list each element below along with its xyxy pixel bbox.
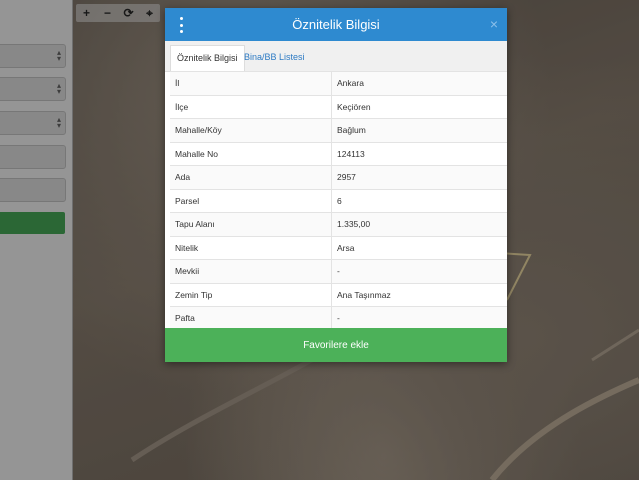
table-row: Nitelik Arsa xyxy=(170,235,507,260)
row-label: Mahalle No xyxy=(170,141,332,166)
row-value: Ana Taşınmaz xyxy=(331,282,507,307)
row-label: Ada xyxy=(170,165,332,189)
attribute-table: İl Ankara İlçe Keçiören Mahalle/Köy Bağlum … xyxy=(170,71,507,330)
row-label: Zemin Tip xyxy=(170,282,332,307)
row-value: - xyxy=(331,259,507,283)
row-value: - xyxy=(331,306,507,330)
add-to-favorites-button[interactable]: Favorilere ekle xyxy=(165,328,507,362)
table-row: İl Ankara xyxy=(170,71,507,95)
row-label: İlçe xyxy=(170,94,332,119)
table-row: Tapu Alanı 1.335,00 xyxy=(170,212,507,236)
row-label: İl xyxy=(170,71,332,95)
row-value: Keçiören xyxy=(331,94,507,119)
tab-building-list[interactable]: Bina/BB Listesi xyxy=(238,45,311,70)
close-icon[interactable]: × xyxy=(490,16,498,32)
table-row: Mahalle No 124113 xyxy=(170,141,507,166)
kebab-menu-icon[interactable] xyxy=(178,17,184,33)
table-row: İlçe Keçiören xyxy=(170,94,507,119)
tab-attribute-info[interactable]: Öznitelik Bilgisi xyxy=(170,45,245,72)
table-row: Zemin Tip Ana Taşınmaz xyxy=(170,282,507,307)
row-value: Arsa xyxy=(331,235,507,260)
row-value: 124113 xyxy=(331,141,507,166)
table-row: Mahalle/Köy Bağlum xyxy=(170,118,507,142)
table-row: Ada 2957 xyxy=(170,165,507,189)
attribute-info-dialog: Öznitelik Bilgisi × Öznitelik Bilgisi Bi… xyxy=(165,8,507,362)
row-label: Mevkii xyxy=(170,259,332,283)
row-value: 6 xyxy=(331,188,507,213)
row-value: 2957 xyxy=(331,165,507,189)
row-label: Nitelik xyxy=(170,235,332,260)
row-value: Bağlum xyxy=(331,118,507,142)
dialog-title: Öznitelik Bilgisi xyxy=(292,17,380,32)
table-row: Pafta - xyxy=(170,306,507,330)
dialog-header: Öznitelik Bilgisi × xyxy=(165,8,507,41)
row-value: Ankara xyxy=(331,71,507,95)
table-row: Parsel 6 xyxy=(170,188,507,213)
row-label: Pafta xyxy=(170,306,332,330)
row-label: Tapu Alanı xyxy=(170,212,332,236)
row-value: 1.335,00 xyxy=(331,212,507,236)
row-label: Mahalle/Köy xyxy=(170,118,332,142)
dialog-tabs: Öznitelik Bilgisi Bina/BB Listesi xyxy=(165,41,507,72)
row-label: Parsel xyxy=(170,188,332,213)
table-row: Mevkii - xyxy=(170,259,507,283)
